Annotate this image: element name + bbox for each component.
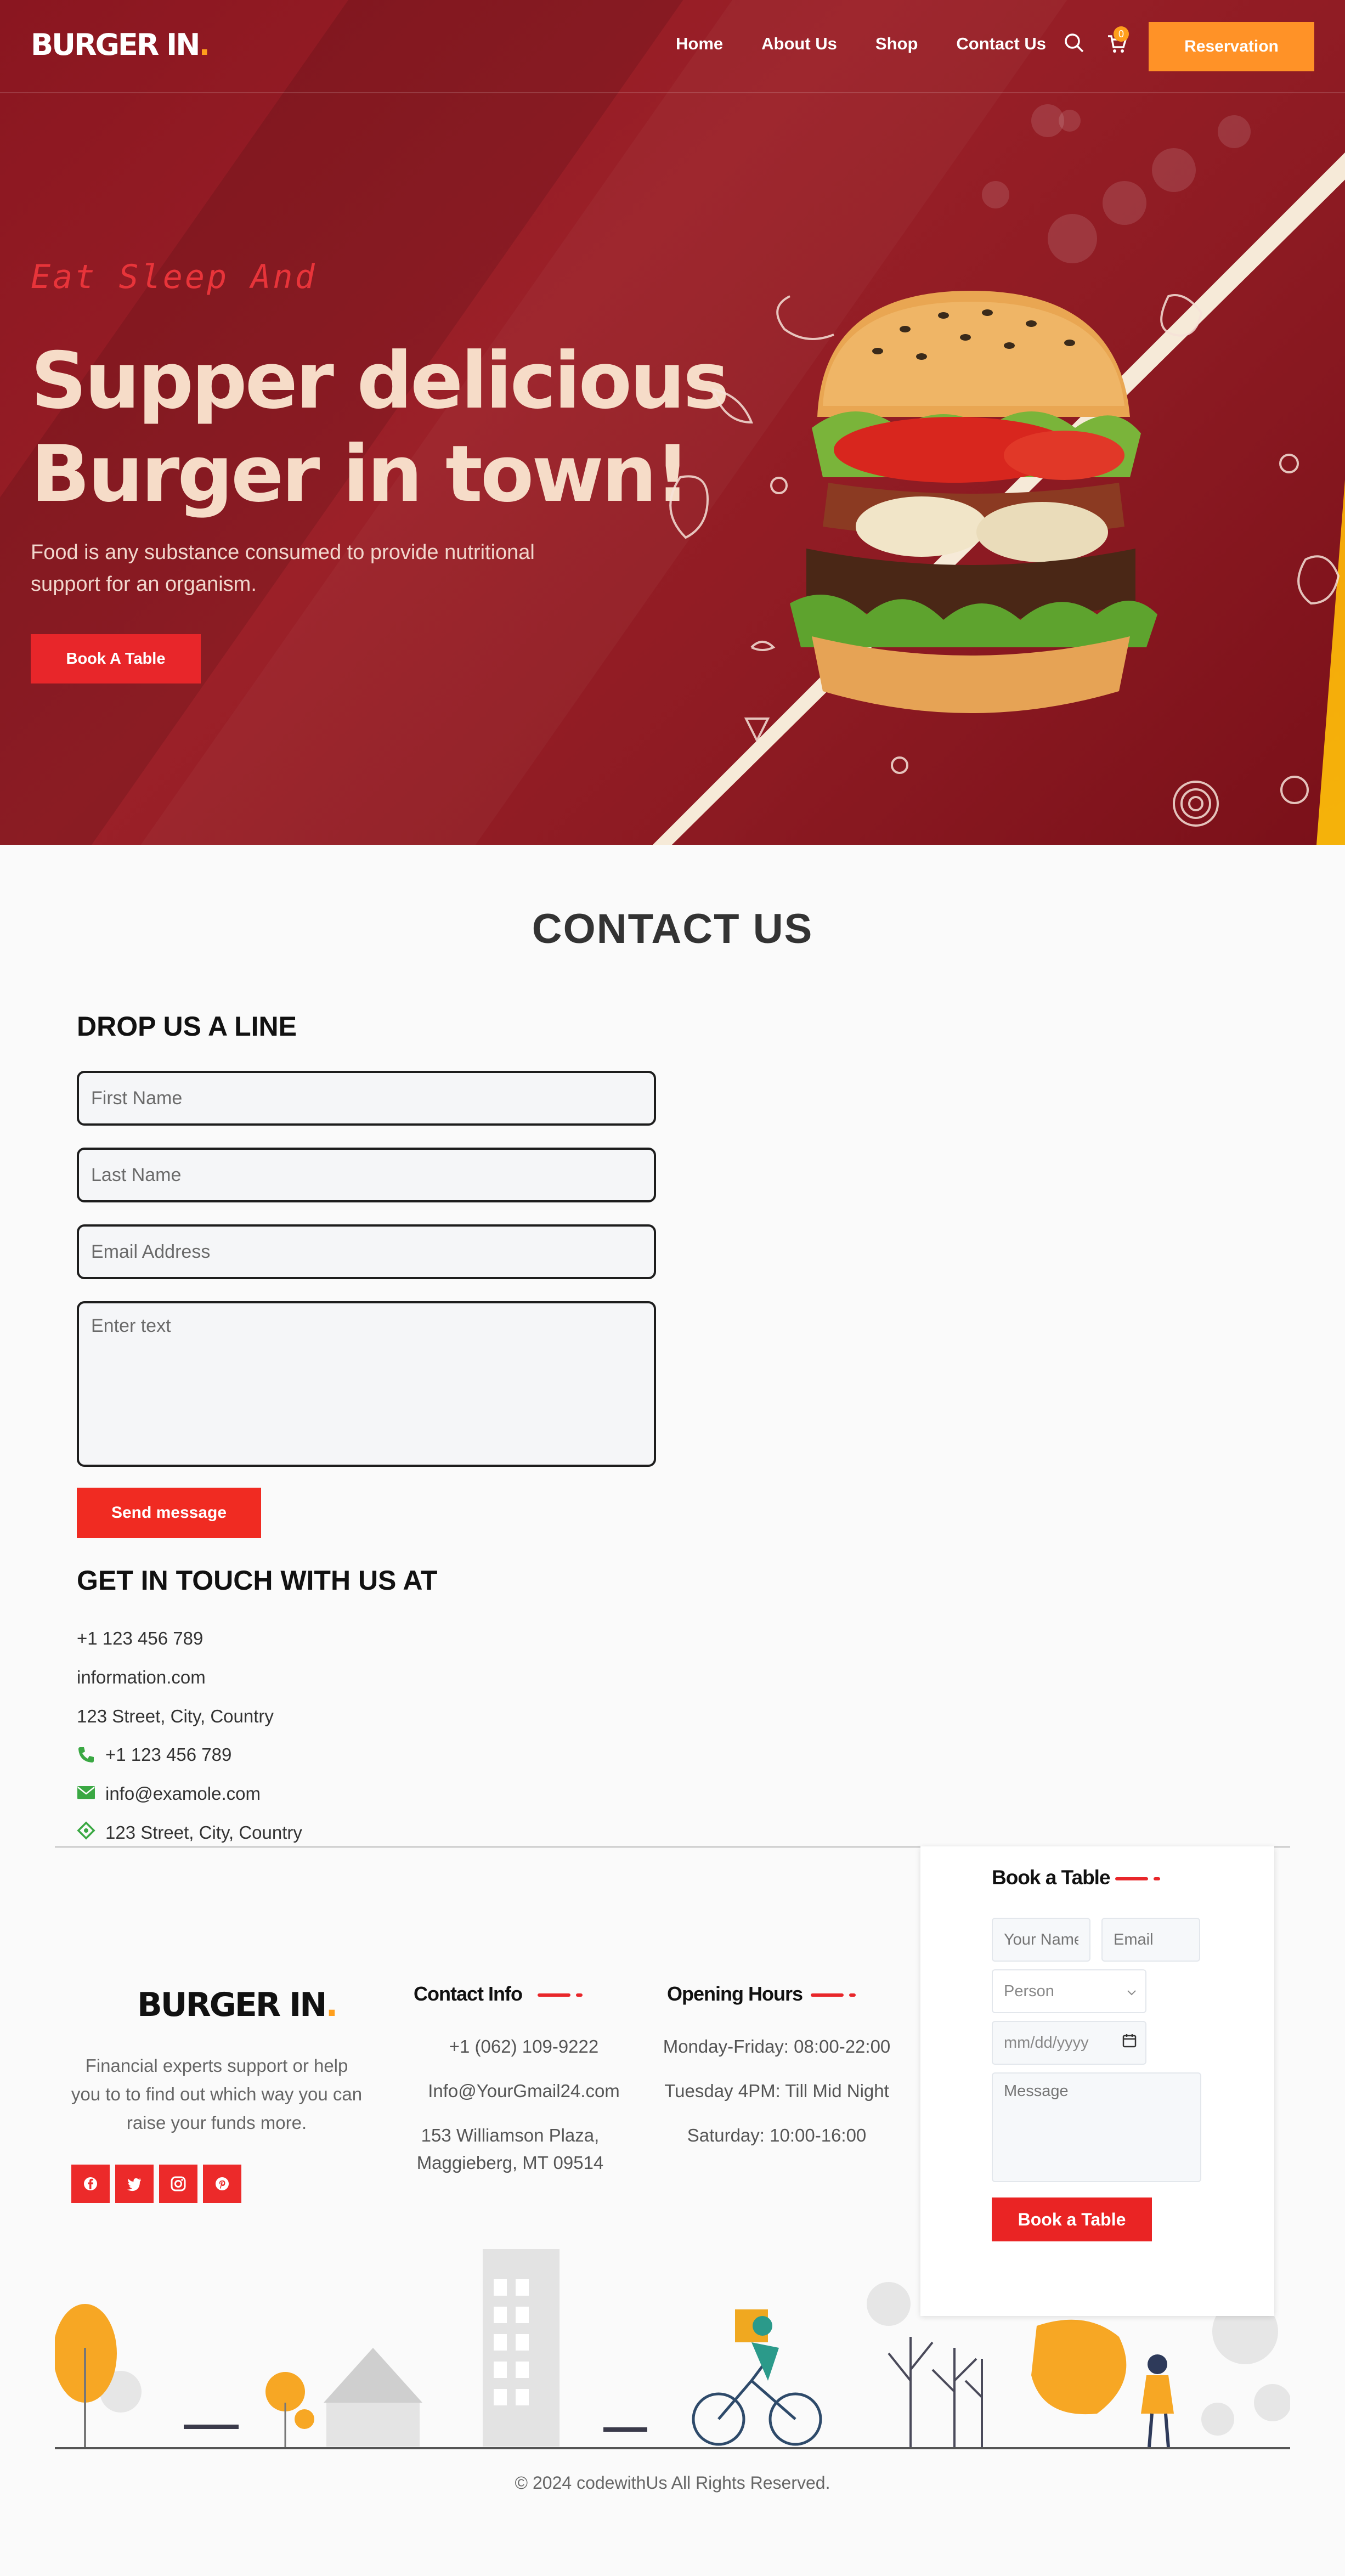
first-name-field[interactable] [77, 1071, 656, 1126]
book-message-textarea[interactable] [992, 2072, 1201, 2182]
top-navbar: BURGER IN. Home About Us Shop Contact Us… [0, 0, 1345, 93]
hours-line-3: Saturday: 10:00-16:00 [687, 2125, 867, 2145]
hours-line-1: Monday-Friday: 08:00-22:00 [663, 2036, 891, 2057]
book-table-deco [1115, 1877, 1148, 1880]
contact-info-deco [538, 1993, 570, 1997]
nav-link-about[interactable]: About Us [761, 34, 837, 54]
hero-headline-line1: Supper delicious [31, 336, 730, 426]
hero-bubble [982, 181, 1009, 208]
date-input[interactable]: mm/dd/yyyy [992, 2021, 1146, 2065]
twitter-icon [127, 2178, 141, 2191]
drop-us-a-line-title: DROP US A LINE [77, 1011, 297, 1042]
twitter-link[interactable] [115, 2165, 154, 2203]
contact-address-text: 123 Street, City, Country [77, 1706, 274, 1726]
book-table-title: Book a Table [992, 1866, 1111, 1889]
email-address-field[interactable] [77, 1224, 656, 1279]
location-icon [77, 1821, 95, 1843]
cart-count-badge: 0 [1114, 26, 1129, 42]
hero-bubble [1152, 148, 1196, 192]
footer-email: Info@YourGmail24.com [428, 2081, 620, 2101]
opening-hours-deco-dot [849, 1993, 856, 1997]
hero-tagline: Eat Sleep And [31, 258, 317, 296]
contact-phone-icon-text: +1 123 456 789 [105, 1744, 232, 1765]
nav-link-home[interactable]: Home [676, 34, 723, 54]
brand-logo-dot: . [199, 27, 210, 62]
footer-brand-text: BURGER IN [137, 1986, 327, 2024]
nav-links: Home About Us Shop Contact Us [676, 34, 1046, 54]
brand-logo-text: BURGER IN [31, 27, 200, 62]
message-textarea[interactable] [77, 1301, 656, 1467]
hero-subtitle: Food is any substance consumed to provid… [31, 541, 535, 596]
brand-logo[interactable]: BURGER IN. [31, 27, 210, 62]
envelope-icon [77, 1785, 95, 1803]
book-email-input[interactable] [1101, 1918, 1200, 1962]
hours-line-2: Tuesday 4PM: Till Mid Night [664, 2081, 889, 2101]
hero-bubble [1218, 115, 1251, 148]
get-in-touch-title: GET IN TOUCH WITH US AT [77, 1565, 438, 1596]
book-table-card: Book a Table Person mm/dd/yyyy Book a Ta… [920, 1846, 1274, 2316]
footer-address: 153 Williamson Plaza, Maggieberg, MT 095… [416, 2125, 604, 2173]
calendar-icon[interactable] [1122, 2022, 1137, 2064]
hero-section: BURGER IN. Home About Us Shop Contact Us… [0, 0, 1345, 845]
person-select-value: Person [1004, 1982, 1054, 2000]
contact-info-deco-dot [576, 1993, 583, 1997]
opening-hours-title: Opening Hours [667, 1982, 803, 2005]
copyright-text: © 2024 codewithUs All Rights Reserved. [515, 2473, 830, 2493]
contact-email-icon-text: info@examole.com [105, 1783, 261, 1804]
book-a-table-button[interactable]: Book A Table [31, 634, 201, 683]
burger-image [790, 291, 1157, 713]
book-a-table-submit-button[interactable]: Book a Table [992, 2197, 1152, 2241]
nav-link-contact[interactable]: Contact Us [956, 34, 1046, 54]
send-message-button[interactable]: Send message [77, 1488, 261, 1538]
contact-info-title: Contact Info [414, 1982, 523, 2005]
pinterest-icon [216, 2177, 229, 2190]
instagram-link[interactable] [159, 2165, 197, 2203]
footer-brand-logo[interactable]: BURGER IN. [137, 1986, 338, 2024]
hero-headline: Supper delicious Burger in town! [31, 335, 730, 521]
chevron-down-icon [1127, 1970, 1137, 2012]
nav-link-shop[interactable]: Shop [875, 34, 918, 54]
book-table-deco-dot [1154, 1877, 1160, 1880]
contact-phone-text: +1 123 456 789 [77, 1628, 204, 1648]
phone-icon [77, 1745, 95, 1767]
reservation-button[interactable]: Reservation [1149, 22, 1314, 71]
contact-address-icon-text: 123 Street, City, Country [105, 1822, 302, 1843]
pinterest-link[interactable] [203, 2165, 241, 2203]
book-name-input[interactable] [992, 1918, 1090, 1962]
facebook-link[interactable] [71, 2165, 110, 2203]
hero-bubble [1103, 181, 1146, 225]
last-name-field[interactable] [77, 1148, 656, 1202]
person-select[interactable]: Person [992, 1969, 1146, 2013]
hero-bubble [1059, 110, 1081, 132]
facebook-icon [84, 2177, 97, 2190]
contact-us-title: CONTACT US [532, 906, 813, 952]
contact-website-text: information.com [77, 1667, 206, 1687]
footer-brand-dot: . [325, 1986, 338, 2024]
opening-hours-deco [811, 1993, 844, 1997]
instagram-icon [171, 2176, 186, 2191]
ground-line [55, 2447, 1290, 2449]
date-input-placeholder: mm/dd/yyyy [1004, 2034, 1089, 2052]
footer-phone: +1 (062) 109-9222 [449, 2036, 599, 2057]
footer-description: Financial experts support or help you to… [71, 2055, 363, 2133]
hero-headline-line2: Burger in town! [31, 429, 690, 519]
search-icon[interactable] [1063, 32, 1085, 57]
